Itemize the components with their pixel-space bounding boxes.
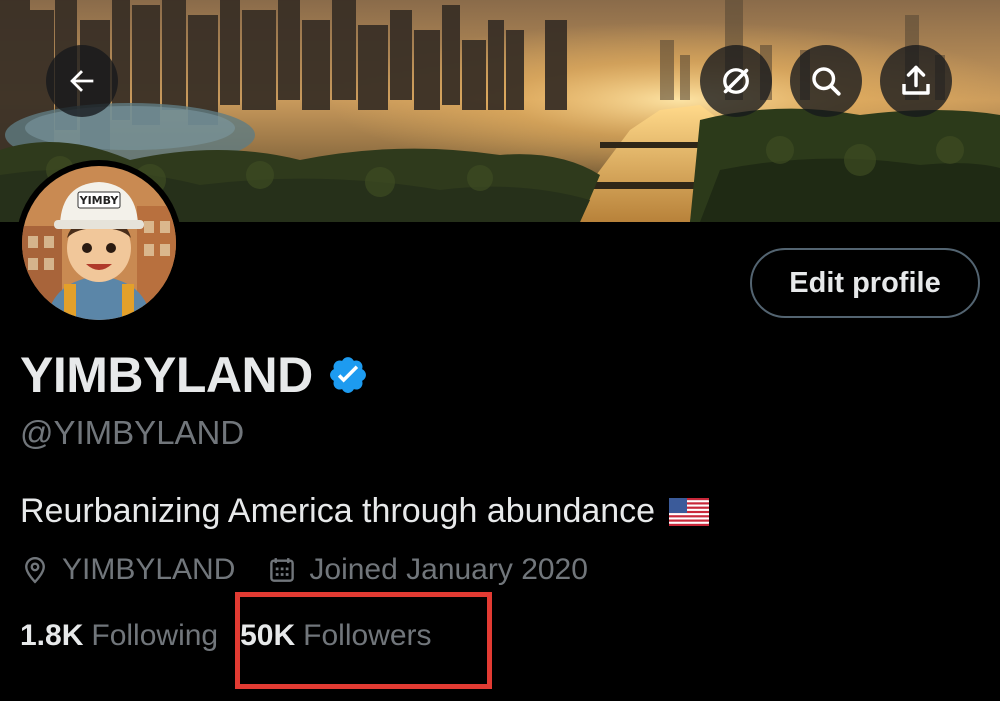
- avatar[interactable]: YIMBY: [16, 160, 182, 326]
- following-link[interactable]: 1.8K Following: [20, 619, 218, 653]
- location-pin-icon: [25, 556, 45, 584]
- back-arrow-icon: [70, 70, 94, 92]
- bio-text: Reurbanizing America through abundance: [20, 492, 656, 530]
- joined-date-text: Joined January 2020: [309, 553, 588, 586]
- location-text: YIMBYLAND: [62, 553, 236, 586]
- followers-highlight-box: [235, 592, 492, 689]
- display-name: YIMBYLAND: [20, 347, 313, 403]
- edit-profile-button[interactable]: Edit profile: [750, 248, 980, 318]
- search-icon: [812, 67, 841, 96]
- user-handle: @YIMBYLAND: [20, 414, 245, 451]
- search-button[interactable]: [790, 45, 862, 117]
- bio: Reurbanizing America through abundance: [20, 492, 710, 531]
- following-label: Following: [91, 619, 219, 652]
- profile-meta: YIMBYLAND Joined January 2020: [20, 553, 588, 587]
- share-icon: [902, 65, 930, 95]
- avatar-helmet-text: YIMBY: [79, 194, 120, 207]
- grok-button[interactable]: [700, 45, 772, 117]
- share-button[interactable]: [880, 45, 952, 117]
- name-row: YIMBYLAND: [20, 346, 369, 404]
- verified-badge-icon[interactable]: [327, 354, 369, 396]
- back-button[interactable]: [46, 45, 118, 117]
- us-flag-icon: [669, 497, 710, 526]
- avatar-image: YIMBY: [22, 166, 176, 320]
- calendar-icon: [270, 558, 295, 582]
- joined-item: Joined January 2020: [267, 553, 588, 587]
- grok-icon: [723, 68, 749, 94]
- location-item: YIMBYLAND: [20, 553, 235, 587]
- following-count: 1.8K: [20, 619, 84, 652]
